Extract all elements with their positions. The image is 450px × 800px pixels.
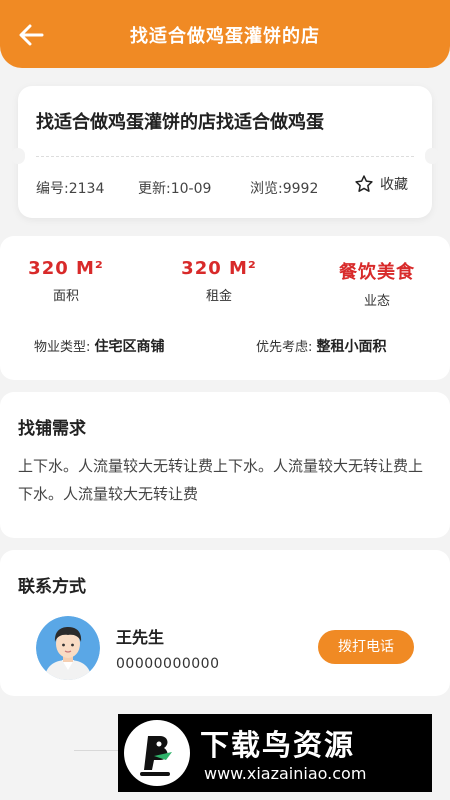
card-notch-left [11,148,25,164]
listing-views: 浏览:9992 [250,181,319,197]
card-notch-right [425,148,439,164]
avatar [36,616,100,680]
dashed-divider [36,156,414,157]
bird-logo-icon [124,720,190,786]
requirements-heading: 找铺需求 [18,414,86,442]
bird-logo-graphic [140,736,172,776]
requirements-heading-text: 找铺需求 [18,419,86,439]
requirements-card: 找铺需求 上下水。人流量较大无转让费上下水。人流量较大无转让费上下水。人流量较大… [0,392,450,538]
property-type: 物业类型: 住宅区商铺 [34,336,165,356]
stat-area-label: 面积 [52,289,79,304]
contact-name: 王先生 [116,628,165,647]
contact-phone: 00000000000 [116,656,220,672]
stat-rent: 320 M² 租金 [144,258,294,304]
top-app-bar: 找适合做鸡蛋灌饼的店 [0,0,450,68]
stat-rent-label: 租金 [205,289,232,304]
stat-business-type-value: 餐饮美食 [339,262,415,283]
watermark-url: www.xiazainiao.com [204,764,367,783]
property-type-value: 住宅区商铺 [94,339,165,355]
contact-heading: 联系方式 [18,572,86,600]
priority-label: 优先考虑: [256,340,313,355]
watermark-banner: 下载鸟资源 www.xiazainiao.com [118,714,432,792]
listing-id: 编号:2134 [36,181,105,197]
priority-value: 整租小面积 [316,339,387,355]
stat-rent-value: 320 M² [181,258,257,279]
page-title: 找适合做鸡蛋灌饼的店 [130,26,320,47]
listing-summary-card: 找适合做鸡蛋灌饼的店找适合做鸡蛋 编号:2134 更新:10-09 浏览:999… [11,86,439,218]
requirements-text: 上下水。人流量较大无转让费上下水。人流量较大无转让费上下水。人流量较大无转让费 [18,457,424,503]
listing-stats-card: 320 M² 面积 320 M² 租金 餐饮美食 业态 物业类型: 住宅区商铺 … [0,236,450,380]
call-button[interactable]: 拨打电话 [318,630,414,664]
person-avatar-icon [36,616,100,680]
stat-area: 320 M² 面积 [0,258,141,304]
favorite-button[interactable]: 收藏 [354,174,408,194]
listing-title: 找适合做鸡蛋灌饼的店找适合做鸡蛋 [36,112,324,133]
contact-heading-text: 联系方式 [18,577,86,597]
stat-business-type-label: 业态 [363,294,390,309]
listing-updated: 更新:10-09 [138,181,212,197]
property-type-label: 物业类型: [34,340,91,355]
star-outline-icon [355,175,373,192]
priority-consideration: 优先考虑: 整租小面积 [256,336,387,356]
favorite-label: 收藏 [380,177,408,193]
watermark-title: 下载鸟资源 [200,728,356,762]
stat-area-value: 320 M² [28,258,104,279]
contact-card: 联系方式 王先生 00000000000 拨打电话 [0,550,450,696]
stat-business-type: 餐饮美食 业态 [302,258,450,309]
